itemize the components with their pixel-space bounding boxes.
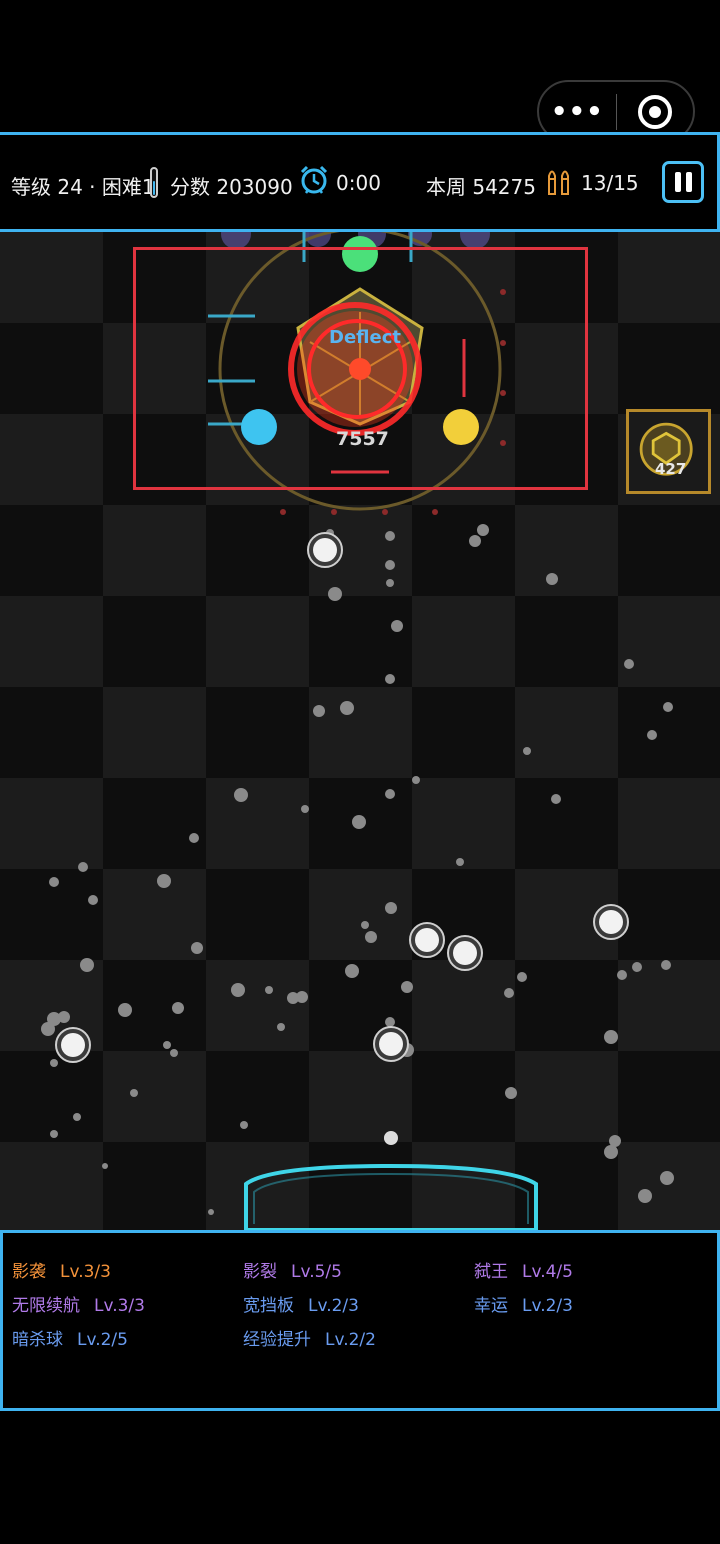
bullets-icon [548,170,569,195]
alarm-clock-icon [300,165,328,194]
skill-item: 影袭 Lv.3/3 [12,1262,111,1282]
skill-item: 幸运 Lv.2/3 [474,1296,573,1316]
difficulty-thermometer-icon [150,167,158,198]
skill-item: 经验提升 Lv.2/2 [243,1330,376,1350]
close-miniprogram-button[interactable] [617,94,694,129]
target-icon [637,94,672,129]
side-block [626,409,711,494]
paddle[interactable] [240,1164,542,1230]
ammo-label: 13/15 [581,171,639,195]
side-block-hp-label: 427 [655,460,687,478]
pause-button[interactable] [662,161,704,203]
skill-item: 影裂 Lv.5/5 [243,1262,342,1282]
skill-item: 暗杀球 Lv.2/5 [12,1330,128,1350]
boss-hp-label: 7557 [336,428,389,450]
week-score-label: 本周 54275 [426,175,536,199]
level-label: 等级 24 · 困难1 [11,175,155,199]
skills-panel: 影袭 Lv.3/3 影裂 Lv.5/5 弑王 Lv.4/5 无限续航 Lv.3/3 宽挡… [0,1230,720,1411]
timer-label: 0:00 [336,171,381,195]
game-field[interactable]: Deflect 7557 427 [0,232,720,1230]
score-label: 分数 203090 [170,175,293,199]
boss-target-zone [133,247,588,490]
more-menu-icon[interactable]: ••• [539,99,616,125]
particles [41,524,674,1215]
gold-shield-icon [639,422,693,476]
skill-item: 宽挡板 Lv.2/3 [243,1296,359,1316]
skill-item: 弑王 Lv.4/5 [474,1262,573,1282]
deflect-popup: Deflect [329,327,401,348]
white-balls [55,532,629,1145]
pause-icon [674,172,681,192]
skill-item: 无限续航 Lv.3/3 [12,1296,145,1316]
